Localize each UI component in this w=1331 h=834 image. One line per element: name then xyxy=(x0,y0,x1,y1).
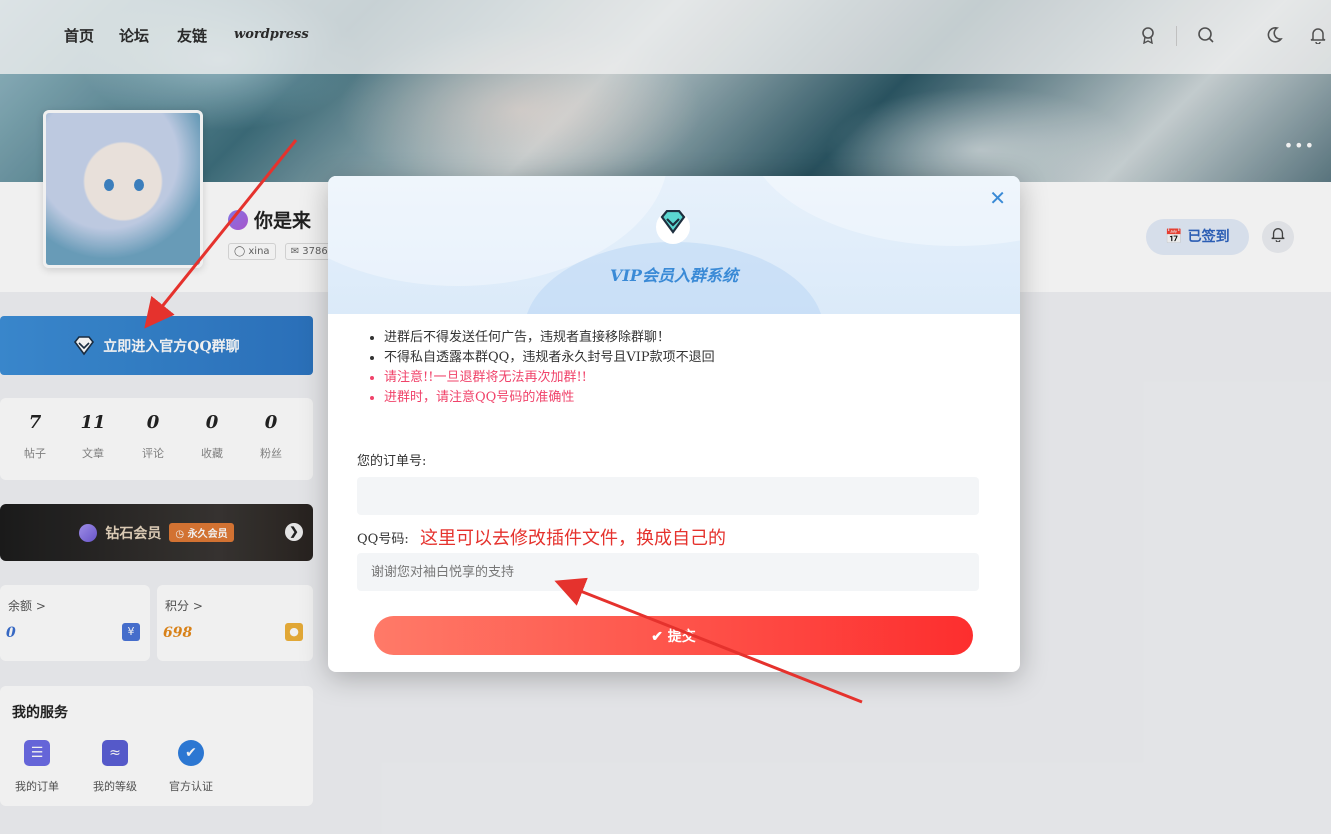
nav-link-wordpress[interactable]: wordpress xyxy=(234,27,309,42)
stat-articles[interactable]: 11 文章 xyxy=(68,412,118,461)
close-icon[interactable]: ✕ xyxy=(989,186,1006,210)
nav-link-friends[interactable]: 友链 xyxy=(177,25,207,46)
points-label: 积分 > xyxy=(165,599,203,613)
my-services-panel: 我的服务 ☰ 我的订单 ≈ 我的等级 ✔ 官方认证 xyxy=(0,686,313,806)
award-icon[interactable] xyxy=(1138,26,1158,46)
points-value: 698 xyxy=(163,625,193,641)
vip-badge-icon xyxy=(228,210,248,230)
service-label: 我的订单 xyxy=(15,780,59,793)
join-qq-group-label: 立即进入官方QQ群聊 xyxy=(103,338,240,355)
user-id-tag: ◯ xina xyxy=(228,243,276,260)
bell-icon[interactable] xyxy=(1308,26,1328,46)
diamond-icon xyxy=(656,209,690,244)
join-qq-group-button[interactable]: 立即进入官方QQ群聊 xyxy=(0,316,313,375)
avatar[interactable] xyxy=(43,110,203,268)
services-title: 我的服务 xyxy=(12,705,68,721)
rule-item-warning: 进群时，请注意QQ号码的准确性 xyxy=(384,388,715,408)
order-number-input[interactable] xyxy=(357,477,979,515)
checkin-label: 已签到 xyxy=(1187,229,1230,245)
stat-label: 评论 xyxy=(142,447,164,460)
group-rules-list: 进群后不得发送任何广告，违规者直接移除群聊！ 不得私自透露本群QQ，违规者永久封… xyxy=(362,328,715,408)
user-mail-tag: ✉ 3786 xyxy=(284,243,334,260)
vip-forever-badge: ◷ 永久会员 xyxy=(169,523,234,542)
top-nav: 首页 论坛 友链 wordpress xyxy=(0,0,1331,74)
user-tags: ◯ xina ✉ 3786 xyxy=(228,243,340,260)
service-my-orders[interactable]: ☰ 我的订单 xyxy=(6,740,68,794)
verified-check-icon: ✔ xyxy=(178,740,204,766)
stat-followers[interactable]: 0 粉丝 xyxy=(246,412,296,461)
stat-label: 收藏 xyxy=(201,447,223,460)
modal-title: VIP会员入群系统 xyxy=(610,266,738,285)
user-mail-text: 3786 xyxy=(302,246,328,257)
stat-comments[interactable]: 0 评论 xyxy=(128,412,178,461)
qq-number-label: QQ号码: xyxy=(357,532,409,547)
coins-icon: ● xyxy=(285,623,303,641)
stat-posts[interactable]: 7 帖子 xyxy=(10,412,60,461)
stat-value: 0 xyxy=(146,412,160,433)
balance-card[interactable]: 余额 > 0 ¥ xyxy=(0,585,150,661)
stat-label: 文章 xyxy=(82,447,104,460)
header-decoration xyxy=(746,176,1020,246)
checkin-button[interactable]: 📅 已签到 xyxy=(1146,219,1249,255)
more-options-icon[interactable]: ••• xyxy=(1284,136,1315,155)
username-text: 你是来 xyxy=(254,210,312,232)
vip-diamond-icon xyxy=(79,523,98,542)
vip-membership-card[interactable]: 钻石会员 ◷ 永久会员 ❯ xyxy=(0,504,313,561)
annotation-text: 这里可以去修改插件文件，换成自己的 xyxy=(420,528,726,548)
chevron-right-icon[interactable]: ❯ xyxy=(285,523,303,541)
nav-link-home[interactable]: 首页 xyxy=(64,25,94,46)
service-verification[interactable]: ✔ 官方认证 xyxy=(160,740,222,794)
avatar-art xyxy=(134,179,144,191)
username: 你是来 xyxy=(228,206,311,233)
wallet-icon: ¥ xyxy=(122,623,140,641)
balance-label: 余额 > xyxy=(8,599,46,613)
submit-button[interactable]: ✔ 提交 xyxy=(374,616,973,655)
rule-item-warning: 请注意!!一旦退群将无法再次加群!! xyxy=(384,368,715,388)
service-my-level[interactable]: ≈ 我的等级 xyxy=(84,740,146,794)
stat-value: 0 xyxy=(264,412,278,433)
nav-divider xyxy=(1176,26,1177,46)
modal-header: VIP会员入群系统 ✕ xyxy=(328,176,1020,314)
vip-group-modal: VIP会员入群系统 ✕ 进群后不得发送任何广告，违规者直接移除群聊！ 不得私自透… xyxy=(328,176,1020,672)
vip-level-label: 钻石会员 xyxy=(105,525,162,542)
stat-value: 0 xyxy=(205,412,219,433)
moon-icon[interactable] xyxy=(1264,26,1284,46)
balance-value: 0 xyxy=(6,625,16,641)
service-label: 我的等级 xyxy=(93,780,137,793)
calendar-check-icon: 📅 xyxy=(1165,229,1183,245)
rule-item: 进群后不得发送任何广告，违规者直接移除群聊！ xyxy=(384,328,715,348)
monitor-chart-icon: ≈ xyxy=(102,740,128,766)
user-stats: 7 帖子 11 文章 0 评论 0 收藏 0 粉丝 xyxy=(0,398,313,480)
stat-label: 粉丝 xyxy=(260,447,282,460)
qq-number-input[interactable] xyxy=(357,553,979,591)
service-label: 官方认证 xyxy=(169,780,213,793)
stat-value: 11 xyxy=(80,412,106,433)
stat-value: 7 xyxy=(28,412,42,433)
nav-link-forum[interactable]: 论坛 xyxy=(119,25,149,46)
notification-bell-icon[interactable] xyxy=(1262,221,1294,253)
vip-forever-text: 永久会员 xyxy=(187,529,228,540)
search-icon[interactable] xyxy=(1196,26,1216,46)
clipboard-icon: ☰ xyxy=(24,740,50,766)
stat-favorites[interactable]: 0 收藏 xyxy=(187,412,237,461)
order-number-label: 您的订单号: xyxy=(357,454,427,469)
avatar-art xyxy=(104,179,114,191)
diamond-icon xyxy=(74,335,95,355)
user-id-text: xina xyxy=(248,246,270,257)
points-card[interactable]: 积分 > 698 ● xyxy=(157,585,313,661)
stat-label: 帖子 xyxy=(24,447,46,460)
rule-item: 不得私自透露本群QQ，违规者永久封号且VIP款项不退回 xyxy=(384,348,715,368)
